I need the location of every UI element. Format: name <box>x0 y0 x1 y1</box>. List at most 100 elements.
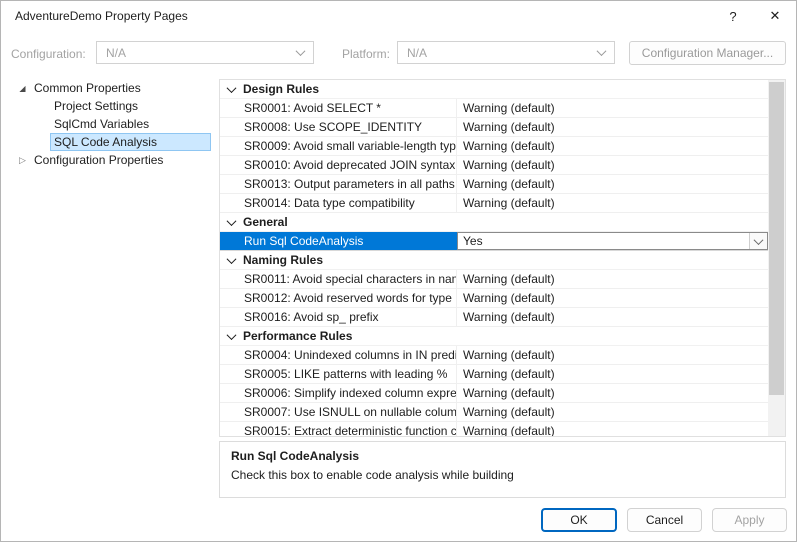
chevron-down-icon[interactable] <box>227 330 237 340</box>
description-title: Run Sql CodeAnalysis <box>231 449 774 463</box>
row-sr0009[interactable]: SR0009: Avoid small variable-length typ W… <box>220 137 768 156</box>
property-value[interactable]: Warning (default) <box>457 270 768 288</box>
property-value[interactable]: Warning (default) <box>457 403 768 421</box>
help-button[interactable]: ? <box>712 1 754 31</box>
row-sr0015[interactable]: SR0015: Extract deterministic function c… <box>220 422 768 437</box>
description-panel: Run Sql CodeAnalysis Check this box to e… <box>219 441 786 498</box>
vertical-scrollbar[interactable] <box>768 80 785 436</box>
group-header-label: Performance Rules <box>243 329 352 343</box>
property-value-text: Warning (default) <box>463 101 555 115</box>
property-value[interactable]: Warning (default) <box>457 308 768 326</box>
category-tree: ◢Common PropertiesProject SettingsSqlCmd… <box>9 79 211 169</box>
property-name[interactable]: SR0007: Use ISNULL on nullable column <box>220 403 457 421</box>
chevron-down-icon <box>296 46 306 56</box>
platform-value: N/A <box>407 46 427 60</box>
property-value-text: Warning (default) <box>463 310 555 324</box>
expanded-icon[interactable]: ◢ <box>15 84 30 93</box>
configuration-manager-button[interactable]: Configuration Manager... <box>629 41 786 65</box>
tree-item-label: SqlCmd Variables <box>50 115 211 133</box>
property-value[interactable]: Warning (default) <box>457 137 768 155</box>
property-pages-dialog: AdventureDemo Property Pages ? ✕ Configu… <box>0 0 797 542</box>
tree-item-label: SQL Code Analysis <box>50 133 211 151</box>
property-name[interactable]: SR0014: Data type compatibility <box>220 194 457 212</box>
property-name[interactable]: SR0008: Use SCOPE_IDENTITY <box>220 118 457 136</box>
row-sr0011[interactable]: SR0011: Avoid special characters in namW… <box>220 270 768 289</box>
property-name[interactable]: SR0016: Avoid sp_ prefix <box>220 308 457 326</box>
property-value-text: Warning (default) <box>463 196 555 210</box>
row-sr0005[interactable]: SR0005: LIKE patterns with leading %Warn… <box>220 365 768 384</box>
property-value-text: Warning (default) <box>463 424 555 437</box>
property-value-text: Warning (default) <box>463 177 555 191</box>
property-value-text: Warning (default) <box>463 139 555 153</box>
chevron-down-icon[interactable] <box>227 83 237 93</box>
row-sr0004[interactable]: SR0004: Unindexed columns in IN predicWa… <box>220 346 768 365</box>
platform-label: Platform: <box>342 47 390 61</box>
group-header-label: Design Rules <box>243 82 319 96</box>
property-name[interactable]: SR0012: Avoid reserved words for type n <box>220 289 457 307</box>
property-value[interactable]: Warning (default) <box>457 99 768 117</box>
configuration-label: Configuration: <box>11 47 86 61</box>
row-sr0006[interactable]: SR0006: Simplify indexed column expres Wa… <box>220 384 768 403</box>
property-name[interactable]: SR0004: Unindexed columns in IN predic <box>220 346 457 364</box>
tree-item-project-settings[interactable]: Project Settings <box>9 97 211 115</box>
scrollbar-thumb[interactable] <box>769 82 784 395</box>
property-value[interactable]: Yes <box>457 232 768 250</box>
property-value[interactable]: Warning (default) <box>457 346 768 364</box>
property-value[interactable]: Warning (default) <box>457 365 768 383</box>
tree-item-label: Project Settings <box>50 97 211 115</box>
chevron-down-icon[interactable] <box>227 254 237 264</box>
property-name[interactable]: SR0011: Avoid special characters in nam <box>220 270 457 288</box>
row-sr0014[interactable]: SR0014: Data type compatibility Warning (… <box>220 194 768 213</box>
property-value[interactable]: Warning (default) <box>457 175 768 193</box>
chevron-down-icon <box>597 46 607 56</box>
property-value[interactable]: Warning (default) <box>457 118 768 136</box>
property-name[interactable]: SR0006: Simplify indexed column expres <box>220 384 457 402</box>
group-header-performance-rules[interactable]: Performance Rules <box>220 327 768 346</box>
collapsed-icon[interactable]: ▷ <box>15 155 30 166</box>
property-name[interactable]: SR0009: Avoid small variable-length typ <box>220 137 457 155</box>
row-sr0013[interactable]: SR0013: Output parameters in all paths Wa… <box>220 175 768 194</box>
dropdown-button[interactable] <box>749 233 767 249</box>
tree-item-label: Configuration Properties <box>30 151 211 169</box>
property-name[interactable]: SR0001: Avoid SELECT * <box>220 99 457 117</box>
property-grid: Design RulesSR0001: Avoid SELECT *Warnin… <box>219 79 786 437</box>
tree-item-sqlcmd-variables[interactable]: SqlCmd Variables <box>9 115 211 133</box>
row-sr0012[interactable]: SR0012: Avoid reserved words for type nW… <box>220 289 768 308</box>
property-value[interactable]: Warning (default) <box>457 194 768 212</box>
platform-dropdown[interactable]: N/A <box>397 41 615 64</box>
group-header-general[interactable]: General <box>220 213 768 232</box>
group-header-label: General <box>243 215 288 229</box>
ok-button[interactable]: OK <box>541 508 617 532</box>
property-name[interactable]: SR0013: Output parameters in all paths <box>220 175 457 193</box>
configuration-dropdown[interactable]: N/A <box>96 41 314 64</box>
apply-button[interactable]: Apply <box>712 508 787 532</box>
row-sr0010[interactable]: SR0010: Avoid deprecated JOIN syntaxWarn… <box>220 156 768 175</box>
tree-item-sql-code-analysis[interactable]: SQL Code Analysis <box>9 133 211 151</box>
row-run-sql-codeanalysis[interactable]: Run Sql CodeAnalysisYes <box>220 232 768 251</box>
group-header-naming-rules[interactable]: Naming Rules <box>220 251 768 270</box>
tree-item-label: Common Properties <box>30 79 211 97</box>
row-sr0007[interactable]: SR0007: Use ISNULL on nullable columnWar… <box>220 403 768 422</box>
property-name[interactable]: Run Sql CodeAnalysis <box>220 232 457 250</box>
chevron-down-icon[interactable] <box>227 216 237 226</box>
row-sr0008[interactable]: SR0008: Use SCOPE_IDENTITYWarning (defau… <box>220 118 768 137</box>
property-name[interactable]: SR0005: LIKE patterns with leading % <box>220 365 457 383</box>
property-value[interactable]: Warning (default) <box>457 384 768 402</box>
group-header-design-rules[interactable]: Design Rules <box>220 80 768 99</box>
property-value[interactable]: Warning (default) <box>457 422 768 437</box>
property-value-text: Warning (default) <box>463 386 555 400</box>
property-name[interactable]: SR0010: Avoid deprecated JOIN syntax <box>220 156 457 174</box>
close-button[interactable]: ✕ <box>754 1 796 31</box>
configuration-value: N/A <box>106 46 126 60</box>
tree-item-configuration-properties[interactable]: ▷Configuration Properties <box>9 151 211 169</box>
property-value[interactable]: Warning (default) <box>457 289 768 307</box>
cancel-button[interactable]: Cancel <box>627 508 702 532</box>
row-sr0001[interactable]: SR0001: Avoid SELECT * Warning (default) <box>220 99 768 118</box>
tree-item-common-properties[interactable]: ◢Common Properties <box>9 79 211 97</box>
row-sr0016[interactable]: SR0016: Avoid sp_ prefix Warning (default… <box>220 308 768 327</box>
window-title: AdventureDemo Property Pages <box>15 9 188 23</box>
titlebar: AdventureDemo Property Pages ? ✕ <box>1 1 796 31</box>
property-name[interactable]: SR0015: Extract deterministic function c… <box>220 422 457 437</box>
property-value[interactable]: Warning (default) <box>457 156 768 174</box>
description-text: Check this box to enable code analysis w… <box>231 468 774 482</box>
